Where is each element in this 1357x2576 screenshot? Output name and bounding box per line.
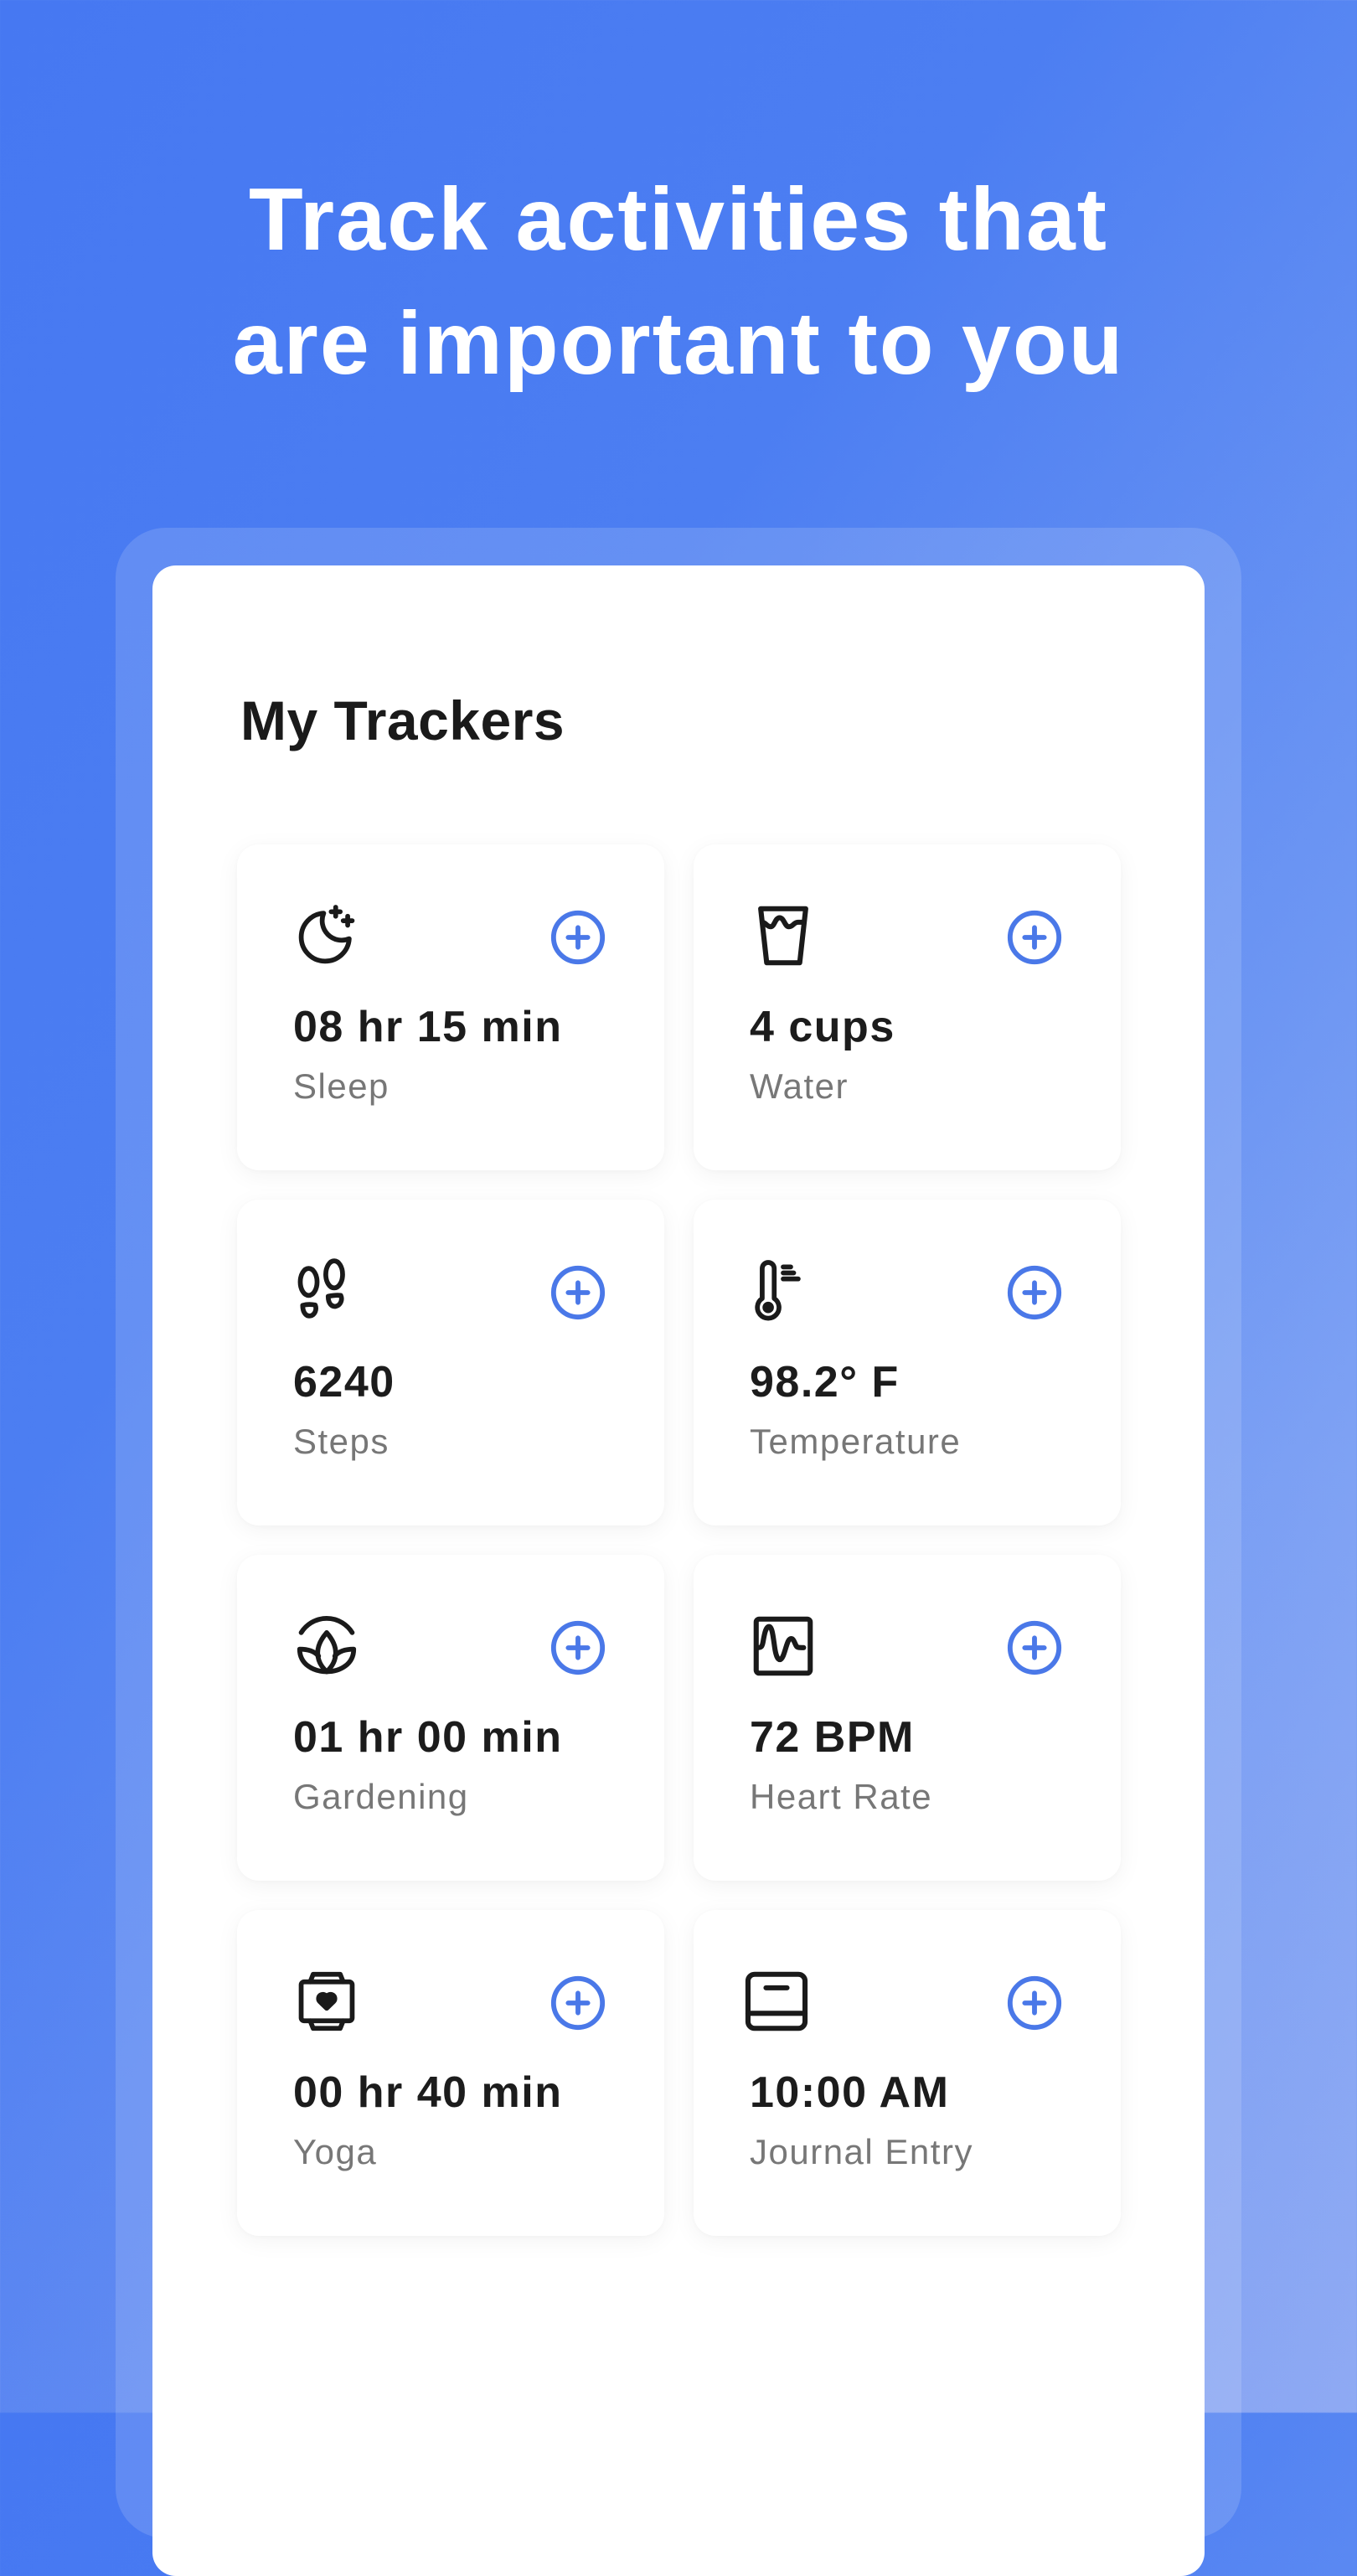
tracker-tile-yoga[interactable]: 00 hr 40 min Yoga — [237, 1910, 664, 2236]
tracker-tile-heart-rate[interactable]: 72 BPM Heart Rate — [694, 1555, 1121, 1881]
plus-circle-icon — [550, 910, 606, 965]
footprints-icon — [291, 1255, 363, 1327]
tracker-label: Water — [750, 1066, 849, 1106]
tracker-value: 6240 — [293, 1358, 395, 1407]
tracker-label: Heart Rate — [750, 1777, 933, 1816]
plus-circle-icon — [1007, 1265, 1062, 1320]
headline-line-2: are important to you — [232, 294, 1125, 393]
plus-circle-icon — [550, 1620, 606, 1675]
add-heart-rate-button[interactable] — [1005, 1618, 1064, 1677]
tracker-label: Gardening — [293, 1777, 469, 1816]
plus-circle-icon — [550, 1975, 606, 2031]
add-journal-entry-button[interactable] — [1005, 1974, 1064, 2032]
headline: Track activities that are important to y… — [0, 157, 1357, 405]
plus-circle-icon — [1007, 910, 1062, 965]
smartwatch-heart-icon — [291, 1965, 363, 2037]
moon-stars-icon — [291, 900, 363, 972]
trackers-grid: 08 hr 15 min Sleep 4 cups Water 6240 Ste… — [237, 844, 1121, 2236]
tracker-value: 01 hr 00 min — [293, 1713, 563, 1762]
tracker-value: 4 cups — [750, 1003, 895, 1051]
tracker-label: Steps — [293, 1422, 390, 1461]
journal-book-icon — [740, 1965, 813, 2037]
add-sleep-button[interactable] — [549, 908, 607, 967]
thermometer-icon — [747, 1255, 819, 1327]
lotus-icon — [291, 1610, 363, 1682]
add-gardening-button[interactable] — [549, 1618, 607, 1677]
tracker-tile-gardening[interactable]: 01 hr 00 min Gardening — [237, 1555, 664, 1881]
tracker-label: Temperature — [750, 1422, 962, 1461]
water-glass-icon — [747, 900, 819, 972]
tracker-label: Sleep — [293, 1066, 390, 1106]
plus-circle-icon — [550, 1265, 606, 1320]
plus-circle-icon — [1007, 1975, 1062, 2031]
tracker-value: 10:00 AM — [750, 2068, 950, 2117]
plus-circle-icon — [1007, 1620, 1062, 1675]
tracker-value: 72 BPM — [750, 1713, 915, 1762]
headline-line-1: Track activities that — [249, 170, 1108, 269]
tracker-value: 08 hr 15 min — [293, 1003, 563, 1051]
tracker-value: 98.2° F — [750, 1358, 900, 1407]
tracker-tile-journal-entry[interactable]: 10:00 AM Journal Entry — [694, 1910, 1121, 2236]
tracker-label: Journal Entry — [750, 2132, 973, 2171]
trackers-card: My Trackers 08 hr 15 min Sleep 4 cups Wa… — [152, 565, 1205, 2576]
heart-rate-monitor-icon — [747, 1610, 819, 1682]
add-steps-button[interactable] — [549, 1263, 607, 1322]
tracker-tile-steps[interactable]: 6240 Steps — [237, 1200, 664, 1525]
tracker-tile-water[interactable]: 4 cups Water — [694, 844, 1121, 1170]
add-yoga-button[interactable] — [549, 1974, 607, 2032]
tracker-tile-sleep[interactable]: 08 hr 15 min Sleep — [237, 844, 664, 1170]
tracker-label: Yoga — [293, 2132, 378, 2171]
tracker-tile-temperature[interactable]: 98.2° F Temperature — [694, 1200, 1121, 1525]
tracker-value: 00 hr 40 min — [293, 2068, 563, 2117]
add-temperature-button[interactable] — [1005, 1263, 1064, 1322]
add-water-button[interactable] — [1005, 908, 1064, 967]
card-title: My Trackers — [240, 689, 565, 751]
